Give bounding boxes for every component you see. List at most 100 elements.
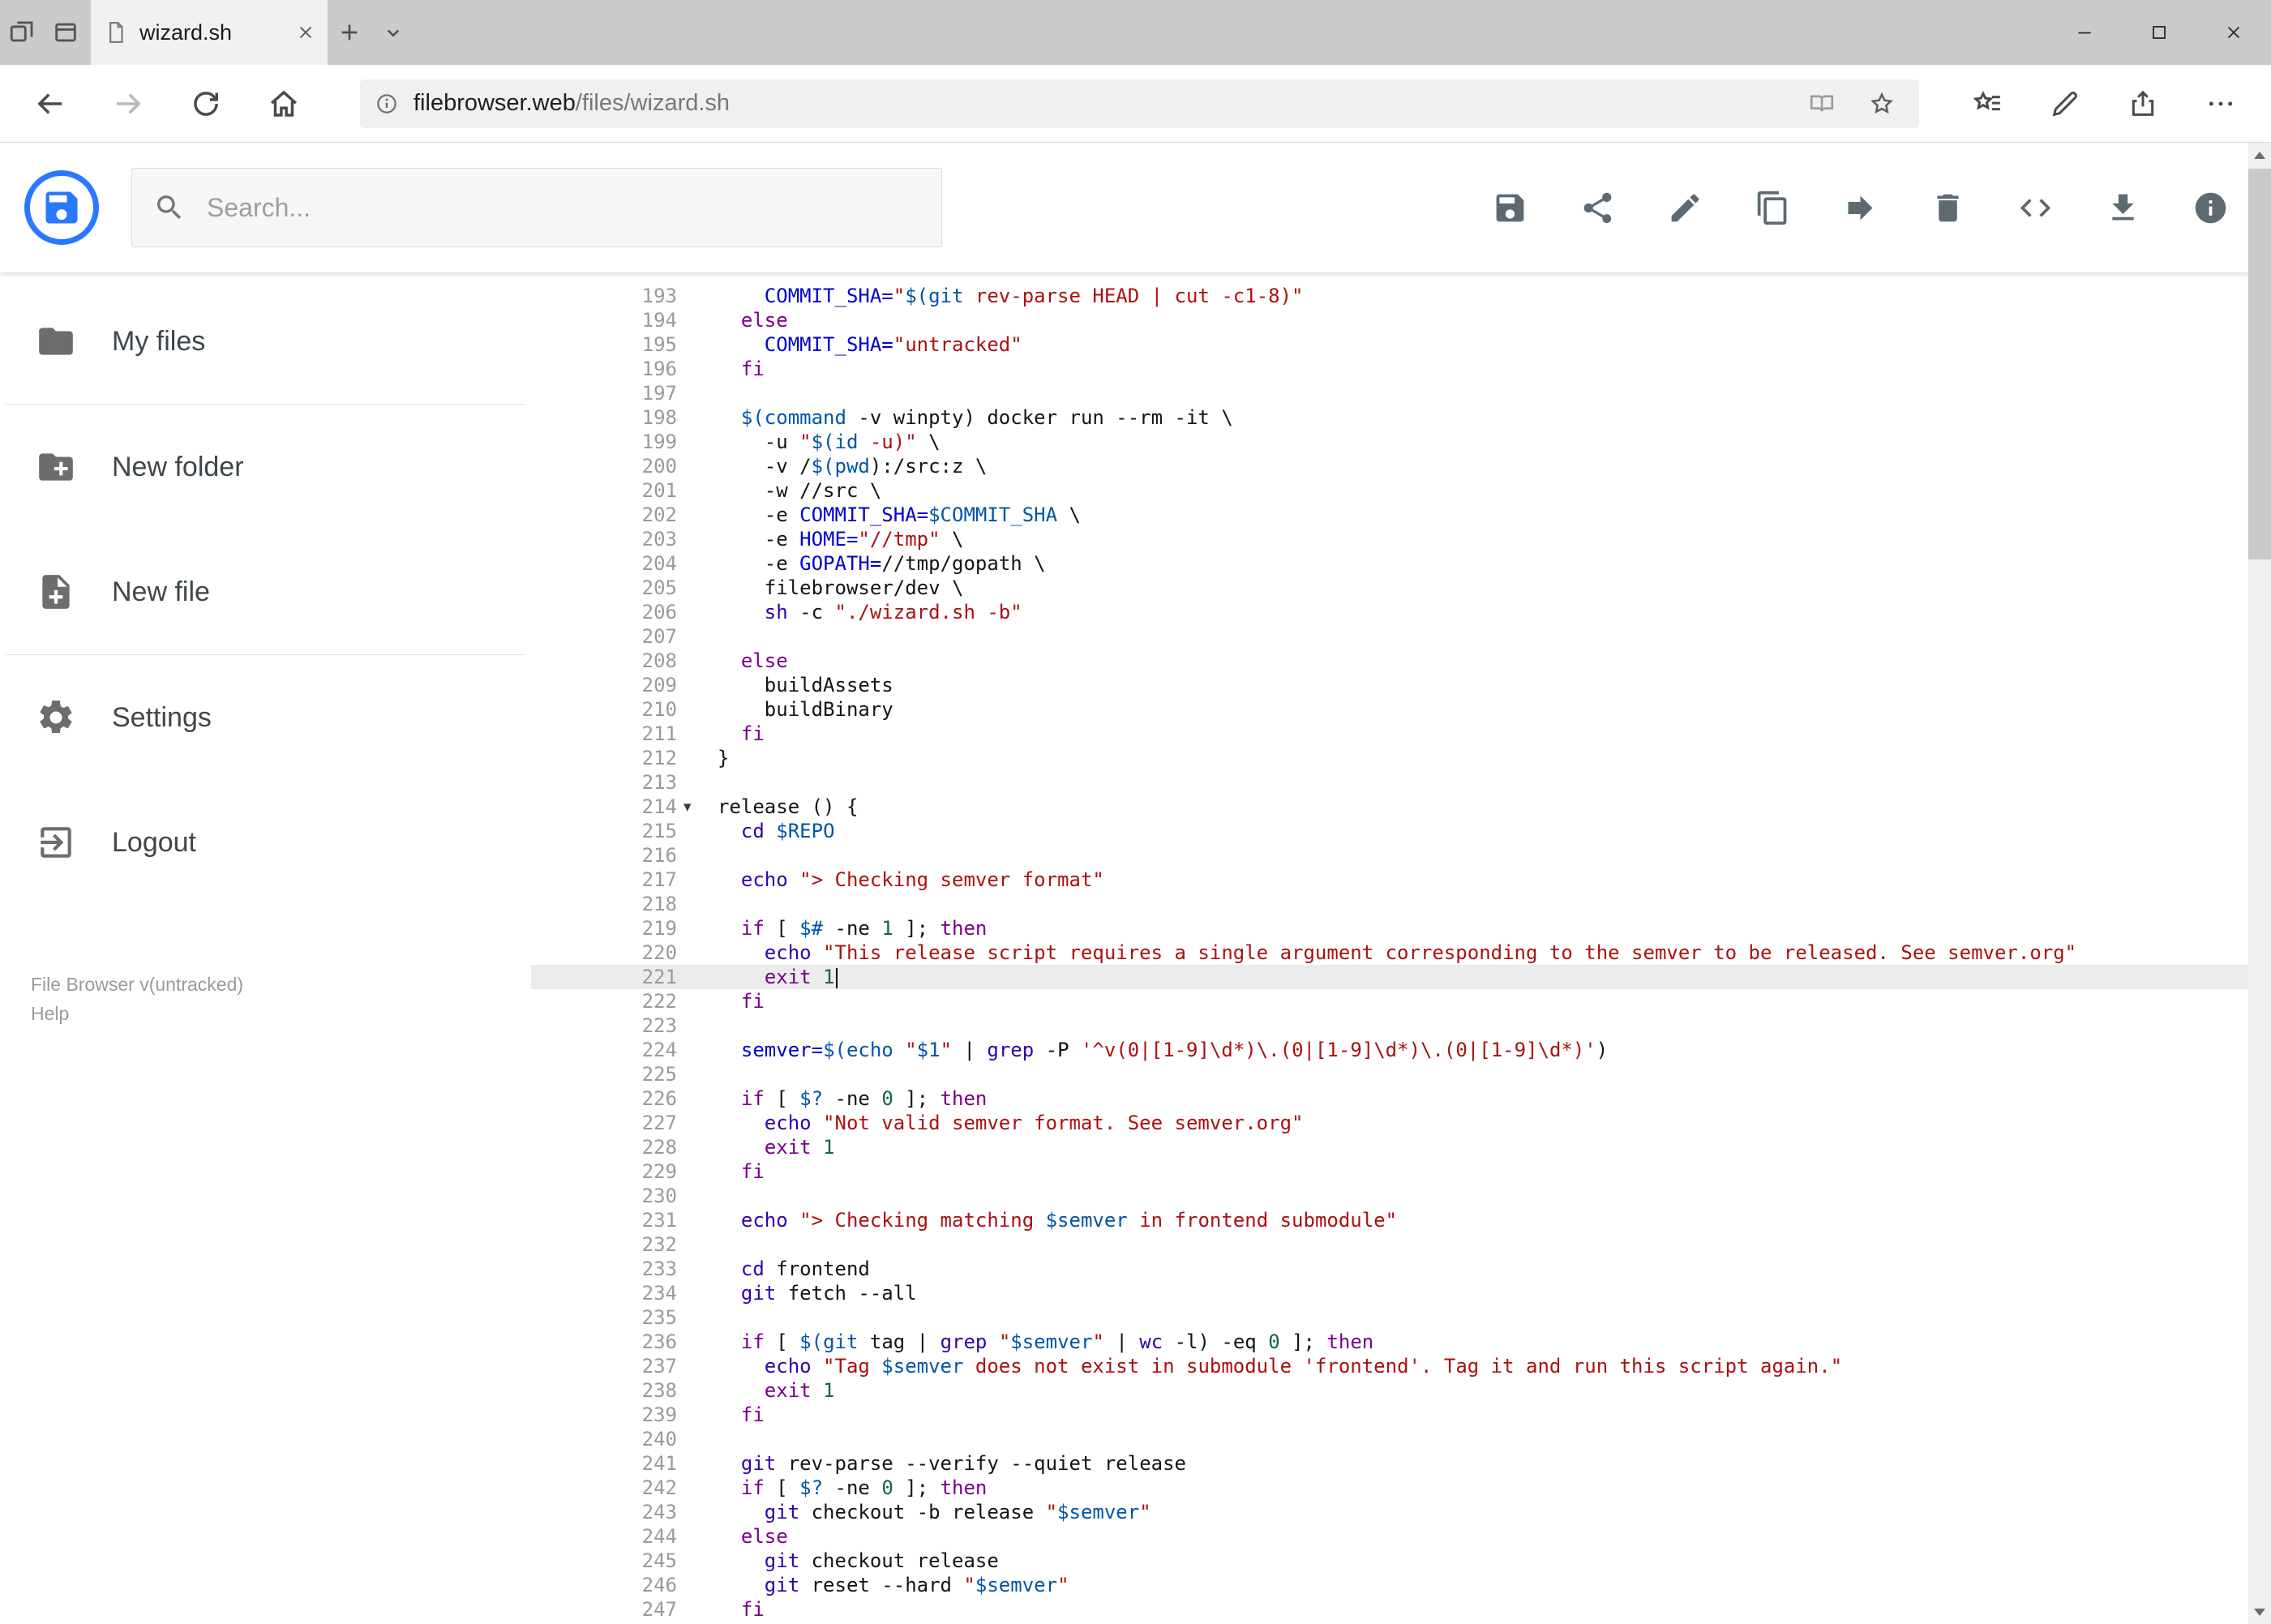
code-line[interactable]: 224 semver=$(echo "$1" | grep -P '^v(0|[… <box>531 1038 2271 1062</box>
code-line[interactable]: 243 git checkout -b release "$semver" <box>531 1500 2271 1524</box>
code-line[interactable]: 214 ▾ release () { <box>531 795 2271 819</box>
code-line[interactable]: 209 buildAssets <box>531 673 2271 697</box>
save-button[interactable] <box>1492 190 1528 226</box>
code-line[interactable]: 222 fi <box>531 989 2271 1013</box>
browser-tab[interactable]: wizard.sh <box>91 0 328 65</box>
code-line[interactable]: 240 <box>531 1427 2271 1451</box>
code-line[interactable]: 230 <box>531 1184 2271 1208</box>
help-link[interactable]: Help <box>31 999 500 1028</box>
search-input[interactable] <box>207 192 920 223</box>
page-scrollbar[interactable] <box>2248 143 2271 1624</box>
scrollbar-thumb[interactable] <box>2248 169 2271 559</box>
hub-button[interactable] <box>1948 71 2026 136</box>
set-tabs-aside-button[interactable] <box>0 0 44 65</box>
code-line[interactable]: 223 <box>531 1013 2271 1038</box>
code-line[interactable]: 216 <box>531 843 2271 868</box>
code-line[interactable]: 211 fi <box>531 722 2271 746</box>
code-line[interactable]: 218 <box>531 892 2271 916</box>
code-line[interactable]: 215 cd $REPO <box>531 819 2271 843</box>
back-button[interactable] <box>11 71 89 136</box>
code-line[interactable]: 195 COMMIT_SHA="untracked" <box>531 332 2271 357</box>
code-line[interactable]: 202 -e COMMIT_SHA=$COMMIT_SHA \ <box>531 503 2271 527</box>
fold-marker-icon[interactable]: ▾ <box>677 795 718 819</box>
code-line[interactable]: 239 fi <box>531 1403 2271 1427</box>
copy-button[interactable] <box>1755 190 1791 226</box>
code-line[interactable]: 200 -v /$(pwd):/src:z \ <box>531 454 2271 478</box>
code-editor[interactable]: 193 COMMIT_SHA="$(git rev-parse HEAD | c… <box>531 272 2271 1624</box>
code-line[interactable]: 234 git fetch --all <box>531 1281 2271 1305</box>
code-line[interactable]: 212} <box>531 746 2271 770</box>
code-line[interactable]: 242 if [ $? -ne 0 ]; then <box>531 1476 2271 1500</box>
address-bar[interactable]: filebrowser.web/files/wizard.sh <box>360 79 1919 128</box>
code-line[interactable]: 208 else <box>531 649 2271 673</box>
share-button[interactable] <box>1579 190 1616 226</box>
code-line[interactable]: 241 git rev-parse --verify --quiet relea… <box>531 1451 2271 1476</box>
sidebar-item-new-file[interactable]: New file <box>0 529 531 654</box>
code-line[interactable]: 213 <box>531 770 2271 795</box>
maximize-button[interactable] <box>2122 0 2196 65</box>
code-line[interactable]: 220 echo "This release script requires a… <box>531 941 2271 965</box>
code-line[interactable]: 229 fi <box>531 1159 2271 1184</box>
code-line[interactable]: 235 <box>531 1305 2271 1330</box>
code-line[interactable]: 203 -e HOME="//tmp" \ <box>531 527 2271 551</box>
home-button[interactable] <box>245 71 323 136</box>
code-line[interactable]: 217 echo "> Checking semver format" <box>531 868 2271 892</box>
code-line[interactable]: 247 fi <box>531 1597 2271 1622</box>
favorite-star-button[interactable] <box>1859 81 1905 126</box>
code-line[interactable]: 231 echo "> Checking matching $semver in… <box>531 1208 2271 1232</box>
refresh-button[interactable] <box>167 71 245 136</box>
download-button[interactable] <box>2105 190 2141 226</box>
share-page-button[interactable] <box>2104 71 2182 136</box>
code-line[interactable]: 227 echo "Not valid semver format. See s… <box>531 1111 2271 1135</box>
code-line[interactable]: 232 <box>531 1232 2271 1257</box>
forward-button[interactable] <box>89 71 167 136</box>
code-line[interactable]: 196 fi <box>531 357 2271 381</box>
code-line[interactable]: 193 COMMIT_SHA="$(git rev-parse HEAD | c… <box>531 284 2271 308</box>
sidebar-item-settings[interactable]: Settings <box>0 655 531 780</box>
minimize-button[interactable] <box>2047 0 2122 65</box>
code-line[interactable]: 219 if [ $# -ne 1 ]; then <box>531 916 2271 941</box>
sidebar-item-new-folder[interactable]: New folder <box>0 405 531 529</box>
code-line[interactable]: 233 cd frontend <box>531 1257 2271 1281</box>
code-line[interactable]: 226 if [ $? -ne 0 ]; then <box>531 1086 2271 1111</box>
annotate-button[interactable] <box>2026 71 2104 136</box>
code-line[interactable]: 246 git reset --hard "$semver" <box>531 1573 2271 1597</box>
filebrowser-logo[interactable] <box>24 170 99 245</box>
tab-close-icon[interactable] <box>297 24 315 41</box>
search-box[interactable] <box>131 168 942 247</box>
site-info-icon[interactable] <box>375 92 399 116</box>
code-line[interactable]: 198 $(command -v winpty) docker run --rm… <box>531 405 2271 430</box>
close-window-button[interactable] <box>2196 0 2271 65</box>
code-line[interactable]: 221 exit 1 <box>531 965 2271 989</box>
reading-view-button[interactable] <box>1799 81 1845 126</box>
move-button[interactable] <box>1842 190 1879 226</box>
code-line[interactable]: 244 else <box>531 1524 2271 1549</box>
code-line[interactable]: 238 exit 1 <box>531 1378 2271 1403</box>
sidebar-item-logout[interactable]: Logout <box>0 780 531 905</box>
code-line[interactable]: 201 -w //src \ <box>531 478 2271 503</box>
code-line[interactable]: 228 exit 1 <box>531 1135 2271 1159</box>
code-line[interactable]: 210 buildBinary <box>531 697 2271 722</box>
code-line[interactable]: 197 <box>531 381 2271 405</box>
delete-button[interactable] <box>1930 190 1966 226</box>
code-line[interactable]: 194 else <box>531 308 2271 332</box>
code-line[interactable]: 204 -e GOPATH=//tmp/gopath \ <box>531 551 2271 576</box>
code-view-button[interactable] <box>2017 190 2054 226</box>
info-button[interactable] <box>2192 190 2229 226</box>
code-line[interactable]: 245 git checkout release <box>531 1549 2271 1573</box>
sidebar-item-my-files[interactable]: My files <box>0 279 531 404</box>
code-line[interactable]: 199 -u "$(id -u)" \ <box>531 430 2271 454</box>
tabs-preview-button[interactable] <box>44 0 88 65</box>
code-line[interactable]: 236 if [ $(git tag | grep "$semver" | wc… <box>531 1330 2271 1354</box>
more-button[interactable] <box>2182 71 2260 136</box>
scrollbar-up-button[interactable] <box>2248 143 2271 167</box>
tab-preview-toggle[interactable] <box>371 0 415 65</box>
code-line[interactable]: 206 sh -c "./wizard.sh -b" <box>531 600 2271 624</box>
rename-button[interactable] <box>1667 190 1703 226</box>
new-tab-button[interactable] <box>328 0 371 65</box>
code-line[interactable]: 207 <box>531 624 2271 649</box>
code-line[interactable]: 225 <box>531 1062 2271 1086</box>
code-line[interactable]: 205 filebrowser/dev \ <box>531 576 2271 600</box>
code-line[interactable]: 237 echo "Tag $semver does not exist in … <box>531 1354 2271 1378</box>
scrollbar-down-button[interactable] <box>2248 1600 2271 1624</box>
